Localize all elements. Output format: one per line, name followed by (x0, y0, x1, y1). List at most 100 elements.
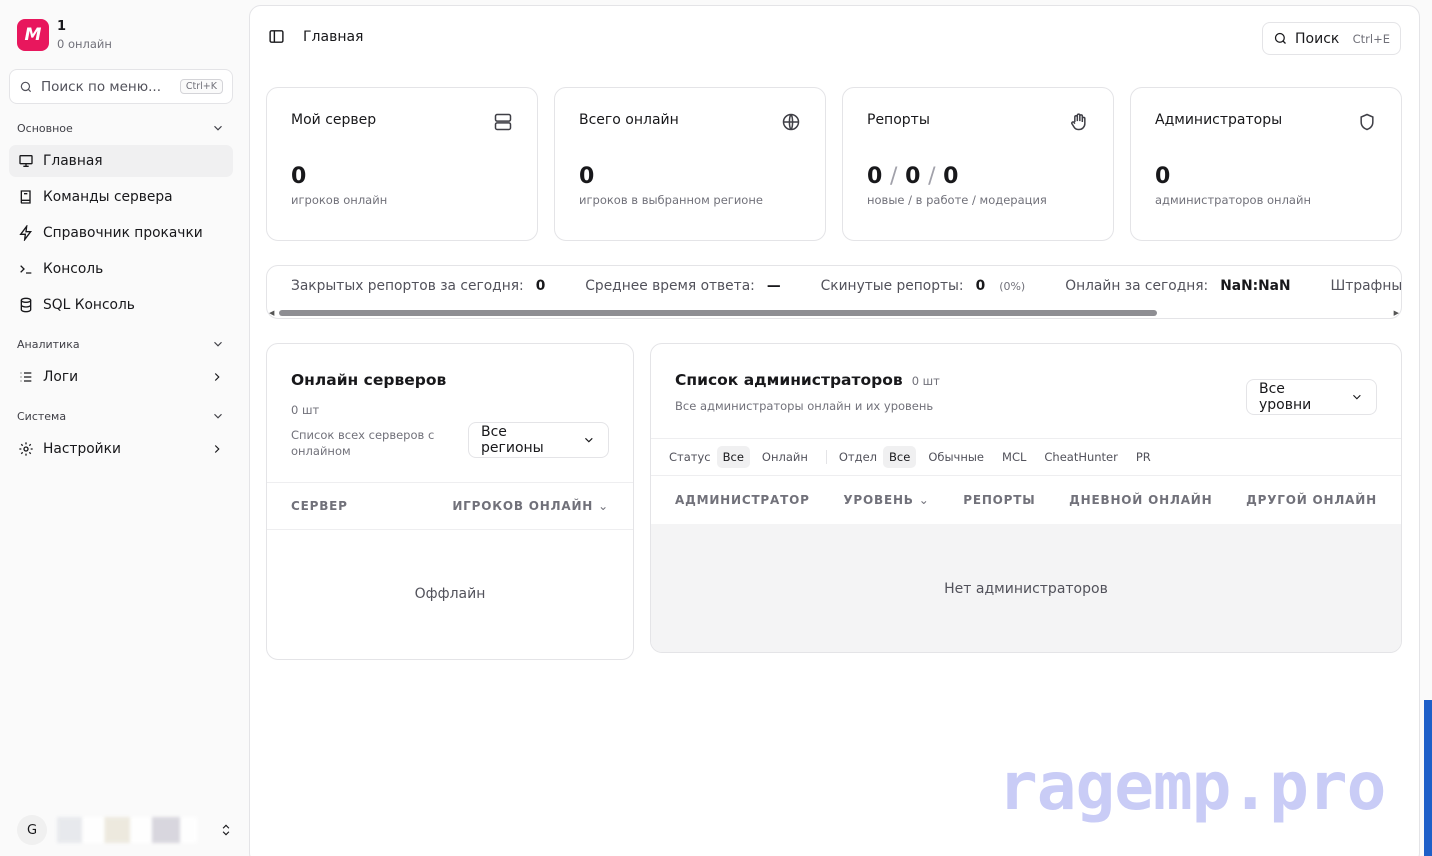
chevron-right-icon (214, 445, 220, 453)
nav-server-commands-label: Команды сервера (43, 189, 173, 205)
penalty-label: Штрафные (1330, 278, 1402, 294)
stat-subtitle: новые / в работе / модерация (867, 193, 1047, 207)
brand[interactable]: M 1 0 онлайн (17, 19, 112, 51)
servers-title: Онлайн серверов (291, 371, 447, 389)
scrollbar-thumb[interactable] (279, 310, 1157, 316)
col-other-online[interactable]: ДРУГОЙ ОНЛАЙН (1246, 493, 1377, 507)
nav-home-label: Главная (43, 153, 103, 169)
brand-logo: M (17, 19, 49, 51)
stat-title: Администраторы (1155, 112, 1283, 128)
admins-title: Список администраторов (675, 371, 903, 389)
group-main[interactable]: Основное (17, 121, 225, 135)
col-reports[interactable]: РЕПОРТЫ (963, 493, 1035, 507)
nav-leveling-guide[interactable]: Справочник прокачки (9, 217, 233, 249)
stat-card-my-server: Мой сервер 0 игроков онлайн (266, 87, 538, 241)
stat-card-admins: Администраторы 0 администраторов онлайн (1130, 87, 1402, 241)
filter-dept-mcl[interactable]: MCL (996, 446, 1032, 468)
admins-empty-state: Нет администраторов (651, 524, 1401, 652)
nav-sql-console-label: SQL Консоль (43, 297, 135, 313)
servers-online-card: Онлайн серверов 0 шт Список всех серверо… (266, 343, 634, 660)
sidebar: M 1 0 онлайн Ctrl+K Основное Главная Ком… (0, 0, 249, 856)
terminal-icon (20, 265, 32, 274)
nav-console-label: Консоль (43, 261, 104, 277)
stat-card-reports: Репорты 0 / 0 / 0 новые / в работе / мод… (842, 87, 1114, 241)
skipped-reports-value: 0 (975, 278, 986, 294)
metrics-strip[interactable]: Закрытых репортов за сегодня: 0 Среднее в… (266, 265, 1402, 319)
stat-value: 0 (579, 164, 595, 189)
sidebar-toggle-icon[interactable] (268, 28, 285, 45)
filter-dept-pr[interactable]: PR (1130, 446, 1157, 468)
closed-reports-label: Закрытых репортов за сегодня: (291, 278, 524, 294)
col-daily-online[interactable]: ДНЕВНОЙ ОНЛАЙН (1069, 493, 1212, 507)
stat-subtitle: администраторов онлайн (1155, 193, 1311, 207)
horizontal-scrollbar[interactable]: ◀ ▶ (267, 308, 1401, 317)
col-admin[interactable]: АДМИНИСТРАТОР (675, 493, 810, 507)
admins-list-card: Список администраторов 0 шт Все админист… (650, 343, 1402, 653)
group-system[interactable]: Система (17, 409, 225, 423)
col-players-online[interactable]: ИГРОКОВ ОНЛАЙН ⌄ (452, 499, 609, 513)
filter-status-all[interactable]: Все (716, 446, 750, 468)
chevron-down-icon (214, 125, 222, 131)
reports-new-value: 0 (867, 164, 883, 189)
admins-description: Все администраторы онлайн и их уровень (675, 399, 934, 413)
avg-response-label: Среднее время ответа: (585, 278, 755, 294)
level-select-value: Все уровни (1259, 381, 1312, 413)
nav-settings[interactable]: Настройки (9, 433, 233, 465)
filter-dept-cheathunter[interactable]: CheatHunter (1038, 446, 1124, 468)
chevron-down-icon (214, 341, 222, 347)
filter-dept-all[interactable]: Все (883, 446, 917, 468)
scroll-right-arrow-icon[interactable]: ▶ (1394, 309, 1399, 317)
online-today-value: NaN:NaN (1220, 278, 1291, 294)
col-level[interactable]: УРОВЕНЬ ⌄ (843, 493, 929, 507)
filter-status-label: Статус (669, 450, 711, 464)
admin-filters: Статус Все Онлайн Отдел Все Обычные MCL … (651, 438, 1401, 476)
global-search-button[interactable]: Поиск Ctrl+E (1262, 22, 1401, 55)
topbar: Главная (268, 28, 363, 45)
sidebar-search-shortcut: Ctrl+K (179, 79, 223, 94)
reports-in-progress-value: 0 (905, 164, 921, 189)
region-select-value: Все регионы (481, 424, 544, 456)
nav-logs-label: Логи (43, 369, 79, 385)
avg-response-value: — (766, 278, 781, 294)
chevron-down-icon (214, 413, 222, 419)
window-edge (1424, 700, 1432, 856)
sidebar-search-input[interactable] (41, 78, 171, 95)
filter-status-online[interactable]: Онлайн (756, 446, 814, 468)
brand-online-status: 0 онлайн (57, 37, 112, 51)
group-main-label: Основное (17, 121, 73, 135)
page-title: Главная (303, 28, 364, 45)
skipped-reports-percent: (0%) (999, 279, 1026, 293)
list-icon (20, 372, 32, 382)
server-icon (494, 113, 512, 131)
nav-logs[interactable]: Логи (9, 361, 233, 393)
online-today-label: Онлайн за сегодня: (1065, 278, 1209, 294)
closed-reports-value: 0 (535, 278, 546, 294)
reports-moderation-value: 0 (943, 164, 959, 189)
nav-console[interactable]: Консоль (9, 253, 233, 285)
chevron-down-icon (585, 437, 593, 443)
filter-dept-regular[interactable]: Обычные (922, 446, 990, 468)
stat-value: 0 (1155, 164, 1171, 189)
sidebar-search[interactable]: Ctrl+K (9, 69, 233, 104)
chevron-down-icon (1353, 394, 1361, 400)
brand-name: 1 (57, 19, 67, 34)
shield-icon (1360, 113, 1374, 131)
admins-count: 0 шт (911, 374, 940, 388)
nav-server-commands[interactable]: Команды сервера (9, 181, 233, 213)
stat-subtitle: игроков в выбранном регионе (579, 193, 763, 207)
servers-table-header: СЕРВЕР ИГРОКОВ ОНЛАЙН ⌄ (267, 482, 633, 530)
chevron-right-icon (214, 373, 220, 381)
nav-home[interactable]: Главная (9, 145, 233, 177)
nav-sql-console[interactable]: SQL Консоль (9, 289, 233, 321)
avatar: G (17, 815, 47, 845)
admins-table-header: АДМИНИСТРАТОР УРОВЕНЬ ⌄ РЕПОРТЫ ДНЕВНОЙ … (651, 476, 1401, 524)
col-server[interactable]: СЕРВЕР (291, 499, 348, 513)
user-menu[interactable]: G (17, 814, 233, 846)
region-select[interactable]: Все регионы (468, 422, 609, 458)
stat-title: Мой сервер (291, 112, 377, 128)
stat-card-total-online: Всего онлайн 0 игроков в выбранном регио… (554, 87, 826, 241)
chevrons-up-down-icon (222, 824, 230, 836)
scroll-left-arrow-icon[interactable]: ◀ (269, 309, 274, 317)
level-select[interactable]: Все уровни (1246, 379, 1377, 415)
group-analytics[interactable]: Аналитика (17, 337, 225, 351)
